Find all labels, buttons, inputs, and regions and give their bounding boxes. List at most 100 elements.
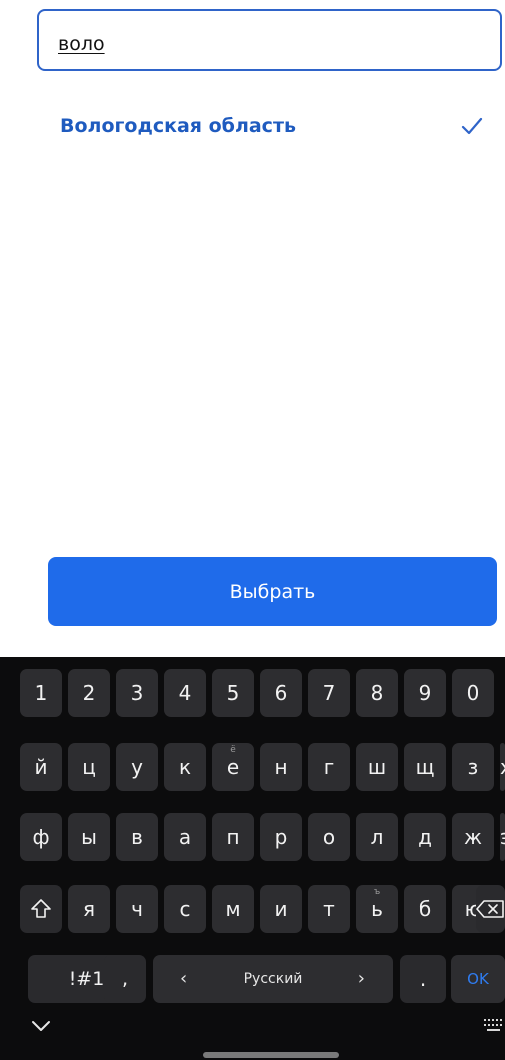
keyboard-grid-icon[interactable] <box>482 1017 505 1033</box>
key-label: ш <box>367 755 387 779</box>
key-label: з <box>467 755 479 779</box>
key-в[interactable]: в <box>116 813 158 861</box>
key-label: 6 <box>274 681 288 705</box>
key-ы[interactable]: ы <box>68 813 110 861</box>
key-3[interactable]: 3 <box>116 669 158 717</box>
key-label: 9 <box>418 681 432 705</box>
key-д[interactable]: д <box>404 813 446 861</box>
key-alt-label: ё <box>230 745 236 755</box>
key-ц[interactable]: ц <box>68 743 110 791</box>
key-label: т <box>323 897 335 921</box>
key-label: ф <box>32 825 50 849</box>
key-ф[interactable]: ф <box>20 813 62 861</box>
key-label: э <box>500 825 505 849</box>
key-label: д <box>418 825 432 849</box>
key-4[interactable]: 4 <box>164 669 206 717</box>
key-я[interactable]: я <box>68 885 110 933</box>
key-п[interactable]: п <box>212 813 254 861</box>
key-label: ж <box>463 825 483 849</box>
key-label: 2 <box>82 681 96 705</box>
keyboard: 1234567890йцукеёнгшщзхфывапролджэячсмить… <box>0 657 505 1060</box>
key-щ[interactable]: щ <box>404 743 446 791</box>
key-label: м <box>225 897 241 921</box>
key-7[interactable]: 7 <box>308 669 350 717</box>
key-з[interactable]: з <box>452 743 494 791</box>
key-л[interactable]: л <box>356 813 398 861</box>
comma-key[interactable]: , <box>104 955 146 1003</box>
key-0[interactable]: 0 <box>452 669 494 717</box>
key-label: н <box>274 755 288 779</box>
shift-key[interactable] <box>20 885 62 933</box>
key-label: щ <box>415 755 435 779</box>
key-label: в <box>131 825 143 849</box>
key-8[interactable]: 8 <box>356 669 398 717</box>
key-р[interactable]: р <box>260 813 302 861</box>
list-item[interactable]: Вологодская область <box>0 100 505 156</box>
home-indicator[interactable] <box>203 1052 339 1058</box>
key-label: а <box>178 825 192 849</box>
key-ь[interactable]: ьъ <box>356 885 398 933</box>
chevron-down-icon[interactable] <box>30 1019 52 1033</box>
key-label: у <box>131 755 143 779</box>
period-key[interactable]: . <box>400 955 446 1003</box>
key-alt-label: ъ <box>373 887 381 897</box>
key-label: 8 <box>370 681 384 705</box>
key-ч[interactable]: ч <box>116 885 158 933</box>
key-1[interactable]: 1 <box>20 669 62 717</box>
key-ж[interactable]: ж <box>452 813 494 861</box>
key-к[interactable]: к <box>164 743 206 791</box>
key-label: я <box>82 897 96 921</box>
backspace-icon <box>476 900 504 918</box>
key-label: р <box>274 825 288 849</box>
key-э[interactable]: э <box>500 813 505 861</box>
key-label: с <box>179 897 191 921</box>
key-у[interactable]: у <box>116 743 158 791</box>
key-label: 0 <box>466 681 480 705</box>
space-right-arrow: › <box>357 968 365 989</box>
key-label: л <box>370 825 384 849</box>
search-input[interactable] <box>58 31 458 57</box>
key-н[interactable]: н <box>260 743 302 791</box>
key-label: г <box>323 755 335 779</box>
key-label: ь <box>371 897 383 921</box>
key-label: е <box>226 755 240 779</box>
key-label: х <box>500 755 505 779</box>
key-label: п <box>226 825 240 849</box>
key-label: 3 <box>130 681 144 705</box>
check-icon <box>461 117 483 135</box>
space-label: Русский <box>243 971 303 987</box>
key-б[interactable]: б <box>404 885 446 933</box>
key-label: й <box>34 755 48 779</box>
space-left-arrow: ‹ <box>180 968 188 989</box>
key-а[interactable]: а <box>164 813 206 861</box>
key-5[interactable]: 5 <box>212 669 254 717</box>
key-и[interactable]: и <box>260 885 302 933</box>
key-й[interactable]: й <box>20 743 62 791</box>
region-picker-screen: Вологодская область Выбрать 1 2 3 4 5 6 7 8 9 0 й ц… <box>0 0 505 1060</box>
key-х[interactable]: х <box>500 743 505 791</box>
ok-key[interactable]: OK <box>451 955 505 1003</box>
shift-icon <box>31 899 51 918</box>
key-м[interactable]: м <box>212 885 254 933</box>
key-label: и <box>274 897 288 921</box>
select-button[interactable]: Выбрать <box>48 557 497 626</box>
key-т[interactable]: т <box>308 885 350 933</box>
key-е[interactable]: её <box>212 743 254 791</box>
key-6[interactable]: 6 <box>260 669 302 717</box>
search-field[interactable] <box>37 9 502 71</box>
space-key[interactable]: ‹ Русский › <box>153 955 393 1003</box>
key-с[interactable]: с <box>164 885 206 933</box>
key-label: к <box>178 755 192 779</box>
key-label: 1 <box>34 681 48 705</box>
key-2[interactable]: 2 <box>68 669 110 717</box>
key-ш[interactable]: ш <box>356 743 398 791</box>
key-label: ы <box>81 825 97 849</box>
key-label: 4 <box>178 681 192 705</box>
key-о[interactable]: о <box>308 813 350 861</box>
key-label: о <box>322 825 336 849</box>
result-label: Вологодская область <box>60 115 296 137</box>
key-г[interactable]: г <box>308 743 350 791</box>
backspace-key[interactable] <box>476 885 505 933</box>
key-9[interactable]: 9 <box>404 669 446 717</box>
key-label: ч <box>131 897 143 921</box>
